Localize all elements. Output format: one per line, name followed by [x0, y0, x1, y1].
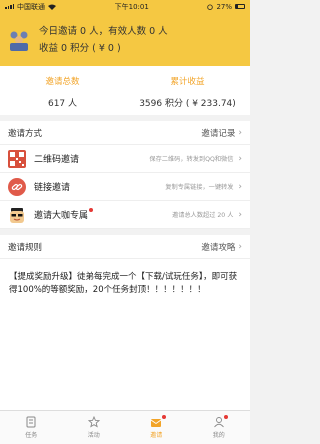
chevron-right-icon: ›	[238, 153, 242, 164]
total-earnings-label: 累计收益	[170, 77, 205, 87]
chevron-right-icon: ›	[238, 241, 242, 252]
vip-invite-desc: 邀请总人数超过 20 人	[172, 212, 234, 219]
invite-methods-header: 邀请方式 邀请记录 ›	[0, 121, 250, 145]
stats-panel: 邀请总数 617 人 累计收益 3596 积分 ( ¥ 233.74)	[0, 66, 250, 115]
total-invites-stat: 邀请总数 617 人	[0, 66, 125, 115]
invite-rules-title: 邀请规则	[8, 242, 43, 253]
invite-rules-header: 邀请规则 邀请攻略 ›	[0, 235, 250, 259]
invite-rules-text: 【提成奖励升级】徒弟每完成一个【下载/试玩任务】，即可获得100%的等额奖励，2…	[0, 259, 250, 423]
link-invite-row[interactable]: 链接邀请 复制专属链接，一键转发 ›	[0, 173, 250, 201]
status-bar: 中国联通 下午10:01 27%	[0, 0, 250, 13]
total-earnings-stat: 累计收益 3596 积分 ( ¥ 233.74)	[125, 66, 250, 115]
bottom-tab-bar: 任务 活动 邀请 我的	[0, 410, 250, 444]
chevron-right-icon: ›	[238, 181, 242, 192]
signal-icon	[5, 4, 14, 9]
invite-summary-header: 今日邀请 0 人，有效人数 0 人 收益 0 积分 ( ¥ 0 )	[0, 13, 250, 66]
carrier-label: 中国联通	[17, 2, 45, 11]
total-earnings-value: 3596 积分 ( ¥ 233.74)	[139, 99, 236, 109]
tab-profile[interactable]: 我的	[188, 411, 251, 444]
alarm-icon	[207, 4, 214, 10]
qr-invite-title: 二维码邀请	[34, 155, 80, 165]
today-invite-summary: 今日邀请 0 人，有效人数 0 人	[39, 25, 168, 37]
invite-methods-title: 邀请方式	[8, 128, 43, 139]
group-users-icon	[10, 31, 28, 51]
qr-invite-row[interactable]: 二维码邀请 保存二维码，转发到QQ和微信 ›	[0, 145, 250, 173]
link-invite-title: 链接邀请	[34, 183, 71, 193]
chevron-right-icon: ›	[238, 209, 242, 220]
tab-task[interactable]: 任务	[0, 411, 63, 444]
invite-icon	[150, 419, 162, 427]
task-icon	[26, 416, 36, 428]
profile-icon	[213, 417, 224, 428]
invite-records-link[interactable]: 邀请记录 ›	[201, 127, 242, 139]
invite-guide-link[interactable]: 邀请攻略 ›	[201, 241, 242, 253]
clock: 下午10:01	[114, 2, 149, 11]
vip-face-icon	[10, 207, 24, 223]
link-invite-desc: 复制专属链接，一键转发	[165, 184, 234, 191]
tab-invite[interactable]: 邀请	[125, 411, 188, 444]
today-earnings-summary: 收益 0 积分 ( ¥ 0 )	[39, 42, 121, 54]
battery-icon	[235, 4, 245, 9]
wifi-icon	[48, 4, 56, 10]
notification-dot	[161, 415, 166, 419]
total-invites-label: 邀请总数	[45, 77, 80, 87]
qr-invite-desc: 保存二维码，转发到QQ和微信	[149, 156, 234, 163]
tab-activity[interactable]: 活动	[63, 411, 126, 444]
notification-dot	[224, 415, 228, 419]
battery-percent: 27%	[216, 2, 232, 11]
chevron-right-icon: ›	[238, 127, 242, 138]
vip-invite-title: 邀请大咖专属	[34, 208, 94, 221]
star-icon	[87, 416, 100, 428]
vip-invite-row[interactable]: 邀请大咖专属 邀请总人数超过 20 人 ›	[0, 201, 250, 229]
total-invites-value: 617 人	[47, 99, 78, 109]
qr-code-icon	[8, 149, 26, 168]
link-icon	[8, 177, 26, 196]
